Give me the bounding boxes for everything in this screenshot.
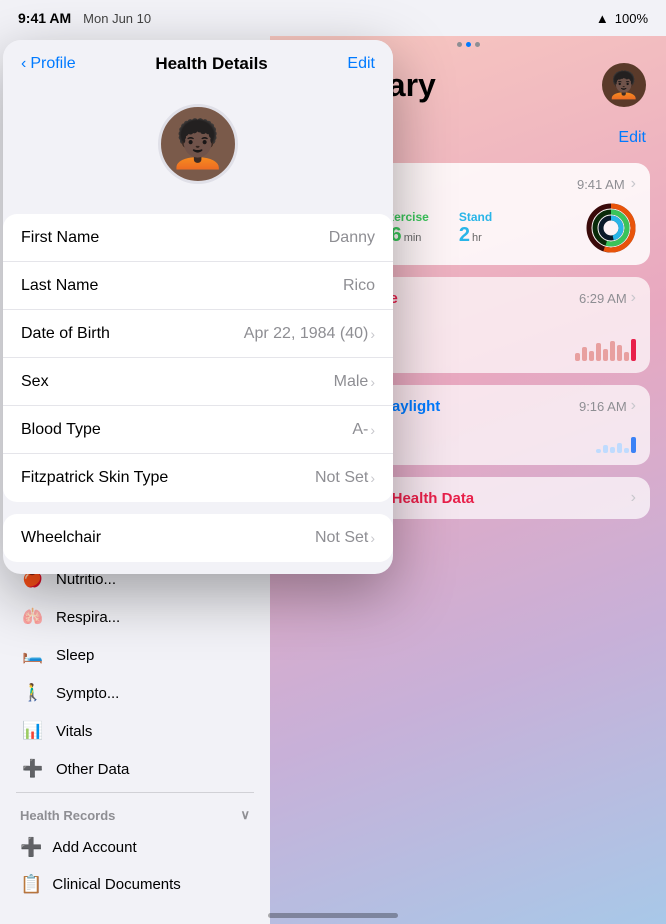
skin-type-chevron-icon: ›	[370, 470, 375, 486]
last-name-row: Last Name Rico	[3, 262, 393, 310]
modal-form-wheelchair: Wheelchair Not Set ›	[3, 514, 393, 562]
last-name-label: Last Name	[21, 277, 98, 295]
sex-chevron-icon: ›	[370, 374, 375, 390]
home-indicator	[268, 913, 398, 918]
skin-type-row[interactable]: Fitzpatrick Skin Type Not Set ›	[3, 454, 393, 502]
back-label: Profile	[30, 55, 75, 73]
sex-label: Sex	[21, 373, 49, 391]
blood-type-chevron-icon: ›	[370, 422, 375, 438]
modal-back-button[interactable]: ‹ Profile	[21, 55, 76, 73]
modal-avatar-section: 🧑🏿‍🦱	[3, 84, 393, 214]
last-name-value: Rico	[343, 277, 375, 295]
first-name-label: First Name	[21, 229, 99, 247]
dob-value: Apr 22, 1984 (40) ›	[244, 325, 375, 343]
modal-avatar[interactable]: 🧑🏿‍🦱	[158, 104, 238, 184]
skin-type-value: Not Set ›	[315, 469, 375, 487]
wheelchair-label: Wheelchair	[21, 529, 101, 547]
avatar-emoji: 🧑🏿‍🦱	[169, 117, 226, 172]
modal-title: Health Details	[155, 54, 267, 74]
skin-type-label: Fitzpatrick Skin Type	[21, 469, 168, 487]
sex-value: Male ›	[334, 373, 375, 391]
health-details-modal: ‹ Profile Health Details Edit 🧑🏿‍🦱 First…	[3, 40, 393, 574]
wheelchair-chevron-icon: ›	[370, 530, 375, 546]
first-name-value: Danny	[329, 229, 375, 247]
dob-label: Date of Birth	[21, 325, 110, 343]
first-name-row: First Name Danny	[3, 214, 393, 262]
modal-form-main: First Name Danny Last Name Rico Date of …	[3, 214, 393, 502]
modal-edit-button[interactable]: Edit	[347, 55, 375, 73]
dob-row[interactable]: Date of Birth Apr 22, 1984 (40) ›	[3, 310, 393, 358]
modal-nav: ‹ Profile Health Details Edit	[3, 40, 393, 84]
wheelchair-value: Not Set ›	[315, 529, 375, 547]
blood-type-row[interactable]: Blood Type A- ›	[3, 406, 393, 454]
chevron-left-icon: ‹	[21, 55, 26, 73]
sex-row[interactable]: Sex Male ›	[3, 358, 393, 406]
blood-type-label: Blood Type	[21, 421, 101, 439]
blood-type-value: A- ›	[352, 421, 375, 439]
wheelchair-row[interactable]: Wheelchair Not Set ›	[3, 514, 393, 562]
dob-chevron-icon: ›	[370, 326, 375, 342]
modal-overlay: ‹ Profile Health Details Edit 🧑🏿‍🦱 First…	[0, 0, 666, 924]
